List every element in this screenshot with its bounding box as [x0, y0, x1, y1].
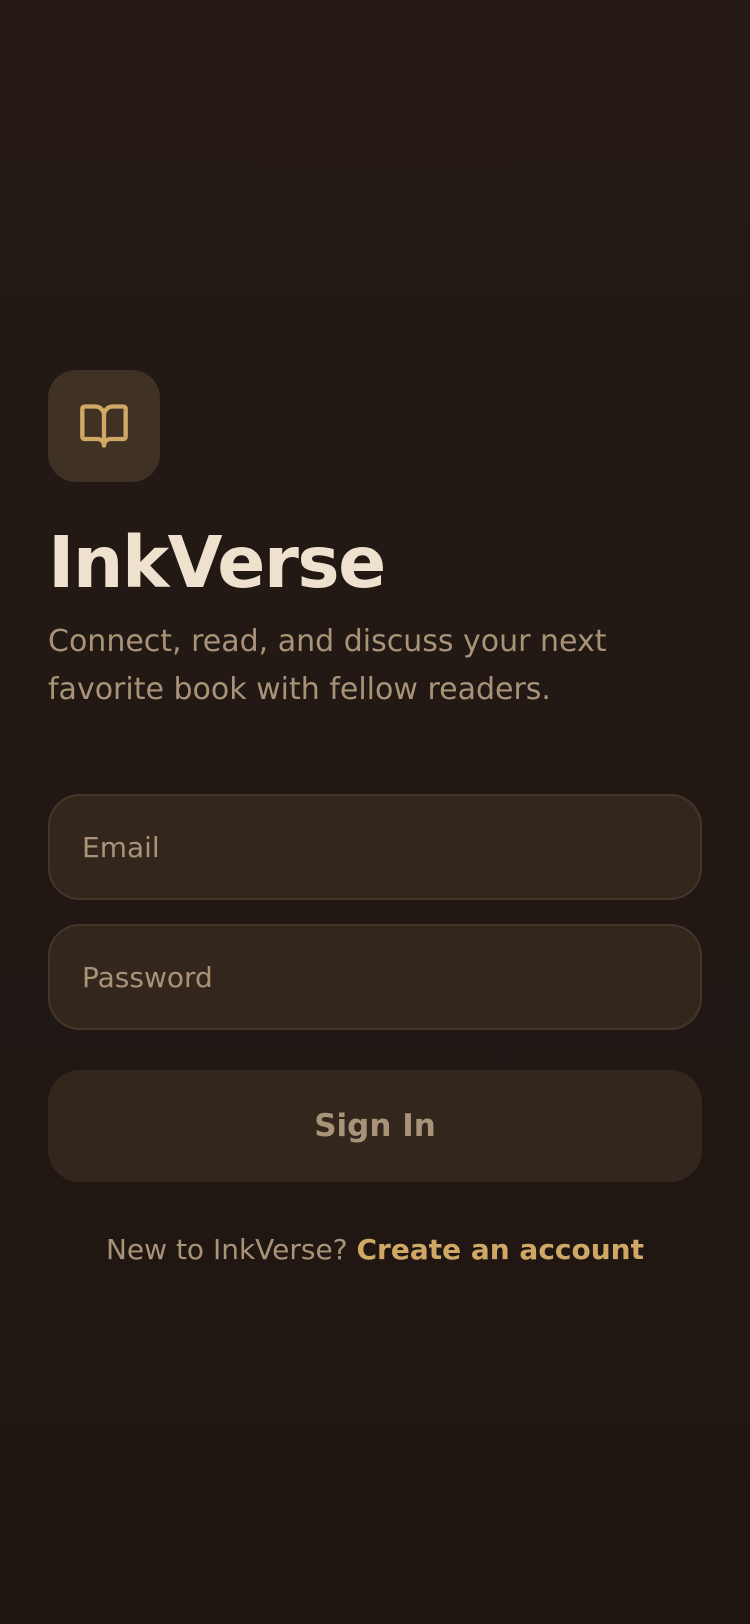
app-tagline: Connect, read, and discuss your next fav… — [48, 624, 607, 707]
sign-in-button[interactable]: Sign In — [48, 1070, 702, 1182]
open-book-icon — [80, 404, 128, 448]
app-logo — [48, 370, 160, 482]
create-account-link[interactable]: Create an account — [356, 1233, 644, 1266]
signup-prompt-text: New to InkVerse? — [105, 1233, 357, 1266]
password-input[interactable] — [82, 960, 668, 994]
signup-prompt-row: New to InkVerse? Create an account — [0, 1228, 750, 1272]
email-field[interactable] — [48, 794, 702, 900]
app-title: InkVerse — [48, 521, 386, 604]
email-input[interactable] — [82, 830, 668, 864]
password-field[interactable] — [48, 924, 702, 1030]
sign-in-screen: InkVerse Connect, read, and discuss your… — [0, 0, 750, 1624]
